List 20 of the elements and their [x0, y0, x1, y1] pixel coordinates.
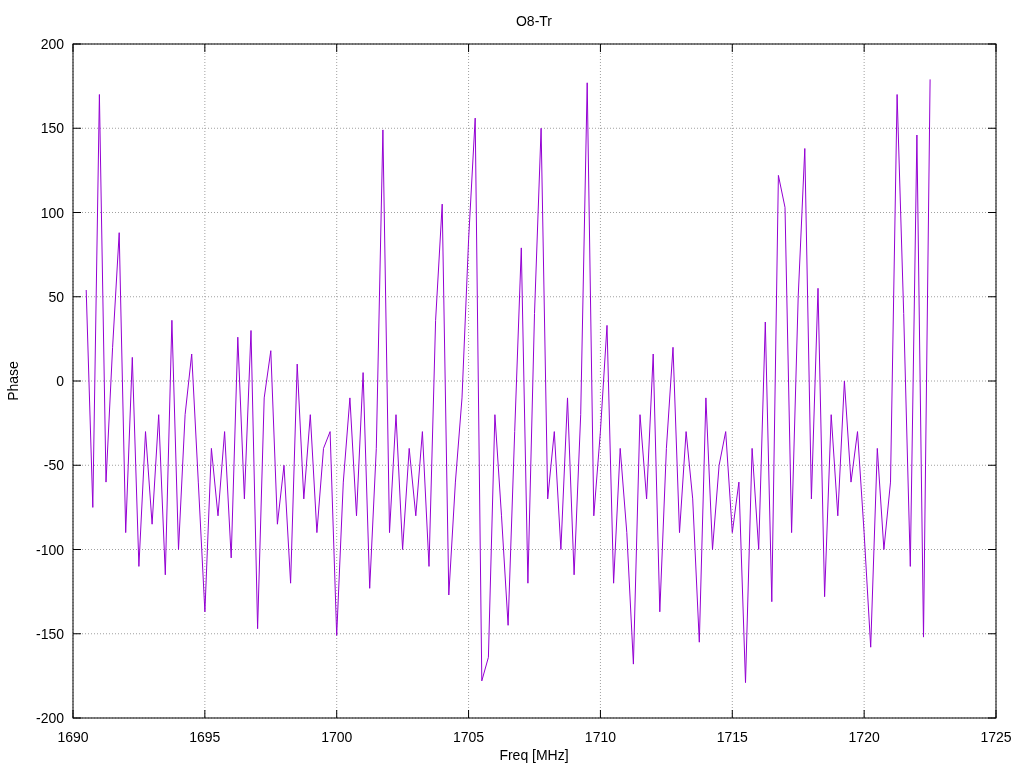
tick-label: 1705: [453, 729, 485, 745]
tick-label: -100: [35, 541, 64, 558]
tick-label: 1700: [321, 729, 353, 745]
tick-label: 1695: [189, 729, 221, 745]
tick-label: 1715: [716, 729, 748, 745]
chart-title: O8-Tr: [516, 13, 552, 29]
tick-label: 1710: [584, 729, 616, 745]
tick-label: -200: [35, 710, 64, 726]
tick-label: 1690: [57, 729, 89, 745]
tick-label: 0: [56, 373, 64, 389]
tick-label: 1720: [848, 729, 880, 745]
tick-label: -150: [35, 625, 64, 642]
tick-label: -50: [43, 457, 64, 474]
tick-label: 150: [40, 120, 64, 137]
axis-label: Freq [MHz]: [499, 747, 569, 763]
tick-label: 1725: [980, 729, 1012, 745]
tick-label: 100: [40, 204, 64, 221]
tick-label: 50: [48, 288, 64, 305]
tick-label: 200: [40, 36, 64, 52]
axis-label: Phase: [5, 361, 21, 401]
